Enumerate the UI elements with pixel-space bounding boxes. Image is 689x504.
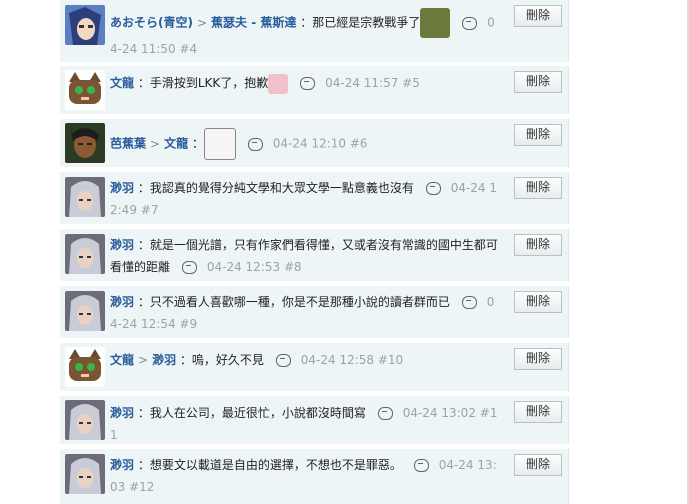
floor-number: #5 (402, 76, 420, 90)
comment-body: 渺羽 ：我認真的覺得分純文學和大眾文學一點意義也沒有 04-24 12:49 #… (110, 177, 498, 221)
reply-bubble-icon[interactable] (275, 354, 291, 367)
comment-body: あおそら(青空) > 蕉瑟夫 - 蕉斯達 ：那已經是宗教戰爭了 04-24 11:5… (110, 8, 498, 60)
username-link[interactable]: 渺羽 (110, 238, 134, 252)
comment-body: 芭蕉葉 > 文龍 ： 04-24 12:10 #6 (110, 128, 498, 160)
comment-row: 文龍 > 渺羽 ：嗚，好久不見 04-24 12:58 #10 刪除 (60, 343, 569, 391)
avatar-silver-hair-icon[interactable] (65, 177, 105, 217)
hu-emoticon (203, 128, 236, 160)
comment-text: ：想要文以載道是自由的選擇，不想也不是罪惡。 (137, 458, 402, 472)
reply-to-link[interactable]: 渺羽 (152, 353, 176, 367)
username-link[interactable]: 渺羽 (110, 181, 134, 195)
comment-row: 芭蕉葉 > 文龍 ： 04-24 12:10 #6 刪除 (60, 119, 569, 167)
avatar-dark-hair-icon[interactable] (65, 123, 105, 163)
comment-row: 渺羽 ：想要文以載道是自由的選擇，不想也不是罪惡。 04-24 13:03 #1… (60, 449, 569, 504)
reply-bubble-icon[interactable] (461, 296, 477, 309)
face-emoticon (420, 8, 451, 38)
comment-row: あおそら(青空) > 蕉瑟夫 - 蕉斯達 ：那已經是宗教戰爭了 04-24 11:5… (60, 0, 569, 62)
floor-number: #10 (377, 353, 404, 367)
username-link[interactable]: 渺羽 (110, 406, 134, 420)
floor-number: #8 (283, 260, 302, 274)
reply-bubble-icon[interactable] (462, 16, 478, 30)
reply-to-link[interactable]: 文龍 (164, 137, 188, 151)
comment-row: 文龍 ：手滑按到LKK了，抱歉 04-24 11:57 #5 刪除 (60, 66, 569, 114)
username-link[interactable]: 渺羽 (110, 295, 134, 309)
floor-number: #6 (349, 136, 368, 151)
avatar-cat-icon[interactable] (65, 70, 105, 110)
delete-button[interactable]: 刪除 (514, 291, 562, 313)
avatar-silver-hair-icon[interactable] (65, 234, 105, 274)
reply-bubble-icon[interactable] (425, 182, 441, 195)
comment-body: 渺羽 ：我人在公司，最近很忙，小說都沒時間寫 04-24 13:02 #11 (110, 402, 498, 446)
avatar-silver-hair-icon[interactable] (65, 400, 105, 440)
reply-bubble-icon[interactable] (413, 459, 429, 472)
comment-body: 渺羽 ：只不過看人喜歡哪一種，你是不是那種小說的讀者群而已 04-24 12:5… (110, 291, 498, 335)
floor-number: #4 (179, 42, 198, 56)
avatar-blue-hair-icon[interactable] (65, 5, 105, 45)
reply-bubble-icon[interactable] (377, 407, 393, 420)
avatar-cat-icon[interactable] (65, 347, 105, 387)
comment-text: ：嗚，好久不見 (179, 353, 264, 367)
delete-button[interactable]: 刪除 (514, 124, 562, 146)
avatar-silver-hair-icon[interactable] (65, 291, 105, 331)
comment-body: 渺羽 ：想要文以載道是自由的選擇，不想也不是罪惡。 04-24 13:03 #1… (110, 454, 498, 498)
delete-button[interactable]: 刪除 (514, 348, 562, 370)
delete-button[interactable]: 刪除 (514, 5, 562, 27)
comment-row: 渺羽 ：我認真的覺得分純文學和大眾文學一點意義也沒有 04-24 12:49 #… (60, 172, 569, 224)
comment-row: 渺羽 ：我人在公司，最近很忙，小說都沒時間寫 04-24 13:02 #11 刪… (60, 396, 569, 444)
delete-button[interactable]: 刪除 (514, 234, 562, 256)
username-link[interactable]: 文龍 (110, 353, 134, 367)
floor-number: #12 (129, 480, 155, 494)
reply-bubble-icon[interactable] (247, 137, 263, 151)
timestamp: 04-24 13:02 (402, 406, 476, 420)
delete-button[interactable]: 刪除 (514, 177, 562, 199)
reply-to-link[interactable]: 蕉瑟夫 - 蕉斯達 (211, 16, 296, 30)
floor-number: #7 (140, 203, 159, 217)
comment-text: ：只不過看人喜歡哪一種，你是不是那種小說的讀者群而已 (137, 295, 450, 309)
comment-body: 文龍 ：手滑按到LKK了，抱歉 04-24 11:57 #5 (110, 72, 498, 94)
reply-bubble-icon[interactable] (300, 77, 316, 90)
username-link[interactable]: 芭蕉葉 (110, 137, 146, 151)
timestamp: 04-24 12:58 (300, 353, 375, 367)
username-link[interactable]: 文龍 (110, 76, 134, 90)
comment-text: ：我人在公司，最近很忙，小說都沒時間寫 (137, 406, 366, 420)
reply-arrow: > (138, 353, 149, 367)
comment-text: ：我認真的覺得分純文學和大眾文學一點意義也沒有 (137, 181, 414, 195)
comment-text: ：就是一個光譜，只有作家們看得懂，又或者沒有常識的國中生都可看懂的距離 (110, 238, 498, 274)
delete-button[interactable]: 刪除 (514, 401, 562, 423)
username-link[interactable]: 渺羽 (110, 458, 134, 472)
comment-text: ：手滑按到LKK了，抱歉 (137, 76, 269, 90)
comment-row: 渺羽 ：只不過看人喜歡哪一種，你是不是那種小說的讀者群而已 04-24 12:5… (60, 286, 569, 338)
comment-body: 文龍 > 渺羽 ：嗚，好久不見 04-24 12:58 #10 (110, 349, 498, 371)
delete-button[interactable]: 刪除 (514, 71, 562, 93)
timestamp: 04-24 11:57 (325, 76, 399, 90)
username-link[interactable]: あおそら(青空) (110, 16, 193, 30)
floor-number: #9 (179, 317, 198, 331)
timestamp: 04-24 12:53 (206, 260, 281, 274)
reply-arrow: > (196, 15, 208, 30)
timestamp: 04-24 12:10 (272, 136, 347, 151)
sweat-emoticon (268, 73, 289, 94)
reply-arrow: > (150, 136, 161, 151)
comment-text: ： (191, 136, 204, 151)
avatar-silver-hair-icon[interactable] (65, 454, 105, 494)
comment-row: 渺羽 ：就是一個光譜，只有作家們看得懂，又或者沒有常識的國中生都可看懂的距離 0… (60, 229, 569, 281)
reply-bubble-icon[interactable] (181, 261, 197, 274)
comment-text: ：那已經是宗教戰爭了 (300, 15, 421, 30)
comment-body: 渺羽 ：就是一個光譜，只有作家們看得懂，又或者沒有常識的國中生都可看懂的距離 0… (110, 234, 498, 278)
delete-button[interactable]: 刪除 (514, 454, 562, 476)
